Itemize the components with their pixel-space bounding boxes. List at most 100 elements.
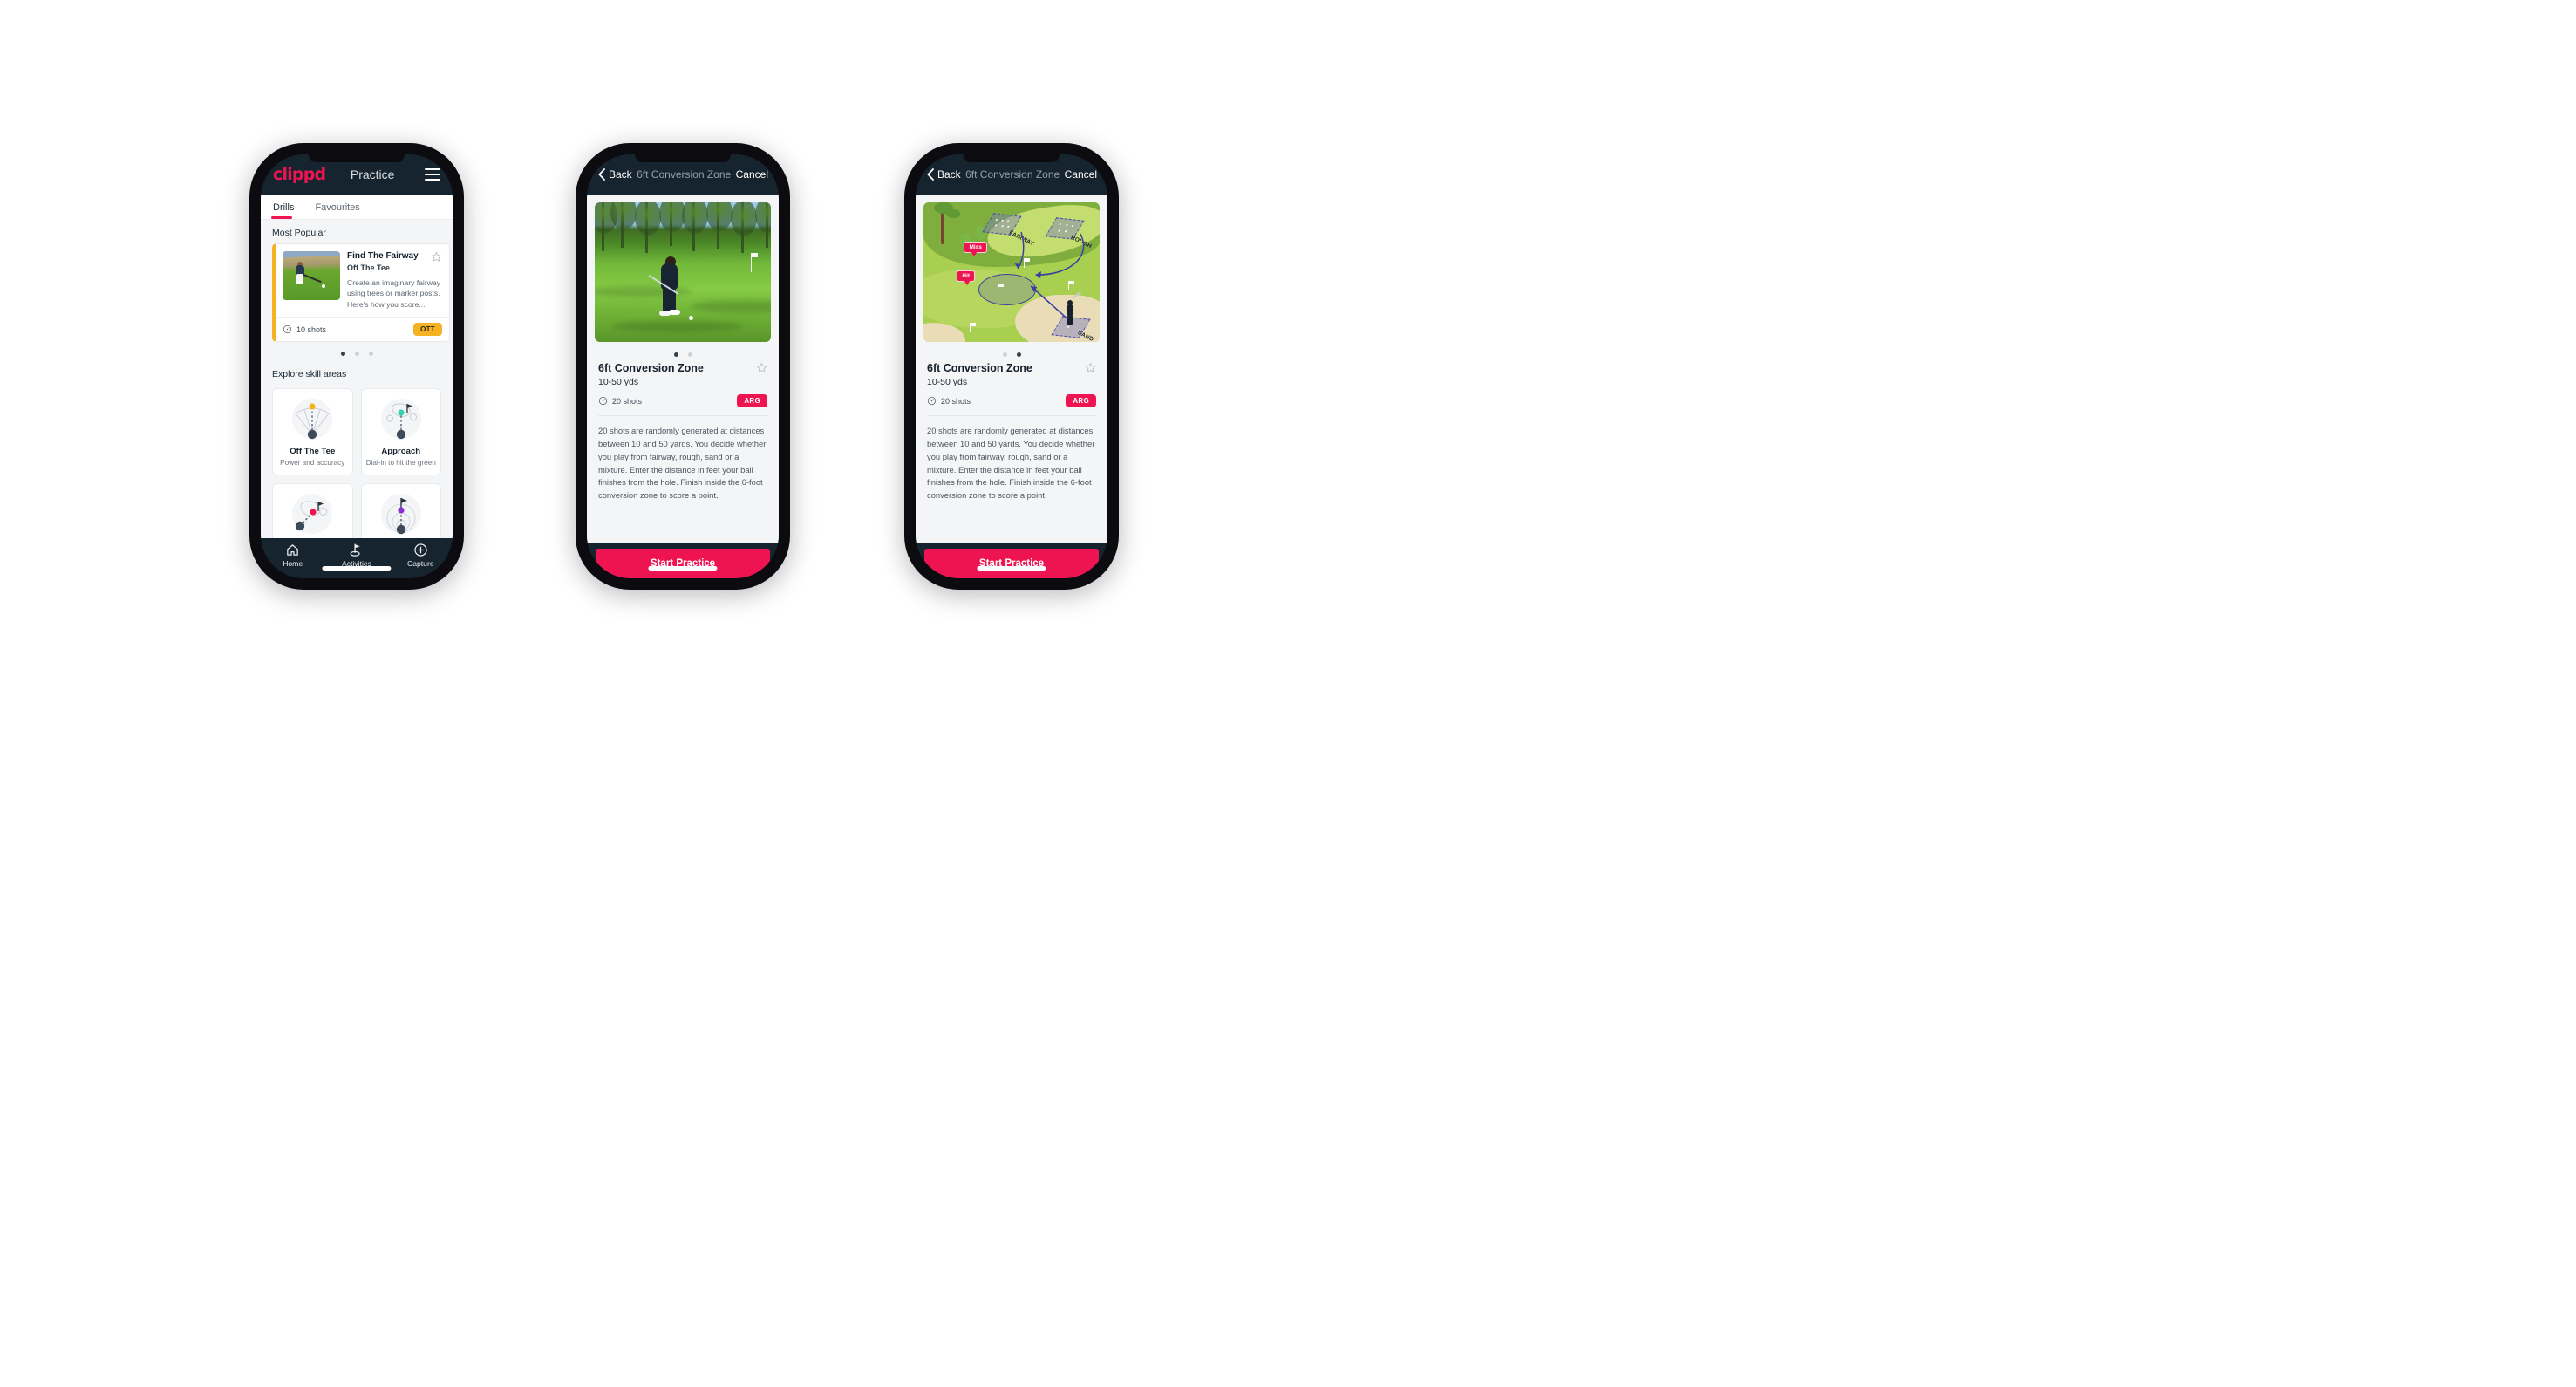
- around-green-icon: [276, 491, 349, 538]
- drill-detail-header: 6ft Conversion Zone 10-50 yds 20 shots A…: [916, 360, 1107, 407]
- drill-description: 20 shots are randomly generated at dista…: [927, 426, 1095, 501]
- star-outline-icon[interactable]: [431, 251, 442, 263]
- drill-distance: 10-50 yds: [927, 377, 968, 387]
- detail-title: 6ft Conversion Zone: [965, 168, 1060, 181]
- carousel-dot-2[interactable]: [354, 352, 359, 357]
- most-popular-carousel[interactable]: Find The Fairway Off The Tee Create an i…: [261, 243, 453, 343]
- skill-card-off-the-tee[interactable]: Off The Tee Power and accuracy: [272, 388, 353, 476]
- content-spacer: [916, 502, 1107, 543]
- start-practice-button[interactable]: Start Practice: [924, 549, 1099, 578]
- skill-name: Off The Tee: [290, 447, 336, 457]
- phone-mockup-drill-detail-photo: Back 6ft Conversion Zone Cancel 6ft Conv…: [576, 143, 790, 590]
- nav-label: Home: [283, 559, 303, 568]
- back-button[interactable]: Back: [926, 168, 961, 181]
- drill-shots-label: 20 shots: [612, 396, 643, 406]
- nav-item-home[interactable]: Home: [261, 543, 324, 568]
- section-skill-areas-heading: Explore skill areas: [272, 369, 347, 380]
- practice-content: Most Popular Find The Fairway Off The Te…: [261, 220, 453, 538]
- skill-desc: Power and accuracy: [280, 459, 345, 468]
- back-label: Back: [937, 168, 961, 181]
- drill-card-find-the-fairway[interactable]: Find The Fairway Off The Tee Create an i…: [272, 243, 450, 343]
- star-outline-icon[interactable]: [756, 362, 767, 373]
- home-indicator: [977, 566, 1046, 571]
- detail-title: 6ft Conversion Zone: [637, 168, 732, 181]
- drill-title: 6ft Conversion Zone: [927, 362, 1032, 374]
- skill-desc: Dial-in to hit the green: [365, 459, 436, 468]
- marker-hit: Hit: [957, 270, 976, 286]
- shots-clock-icon: [927, 396, 937, 406]
- cta-container: Start Practice: [916, 543, 1107, 578]
- cta-container: Start Practice: [587, 543, 779, 578]
- skill-card-around-the-green[interactable]: Around The Green Hone your short game: [272, 483, 353, 538]
- drill-badge-arg: ARG: [1066, 394, 1096, 407]
- screenshot-canvas: clippd Practice Drills Favourites Most P…: [0, 0, 2576, 1387]
- golf-flag-icon: [351, 543, 361, 557]
- cancel-button[interactable]: Cancel: [736, 168, 768, 181]
- drill-shots-label: 20 shots: [941, 396, 971, 406]
- star-outline-icon[interactable]: [1085, 362, 1096, 373]
- tab-drills[interactable]: Drills: [271, 195, 303, 219]
- clippd-logo: clippd: [273, 165, 326, 184]
- nav-item-capture[interactable]: Capture: [389, 543, 453, 568]
- hamburger-icon[interactable]: [425, 168, 440, 181]
- drill-badge-ott: OTT: [413, 323, 442, 337]
- tab-favourites[interactable]: Favourites: [313, 195, 368, 219]
- bottom-navigation: Home Activities Capture: [261, 538, 453, 578]
- home-icon: [287, 544, 298, 556]
- carousel-dot-3[interactable]: [368, 352, 373, 357]
- content-spacer: [587, 502, 779, 543]
- drill-title: 6ft Conversion Zone: [598, 362, 704, 374]
- media-dot-2[interactable]: [687, 352, 692, 357]
- drill-shots-label: 10 shots: [296, 325, 327, 334]
- shots-clock-icon: [598, 396, 608, 406]
- back-button[interactable]: Back: [597, 168, 632, 181]
- device-notch: [964, 154, 1060, 162]
- media-pagination[interactable]: [587, 342, 779, 360]
- detail-content: 6ft Conversion Zone 10-50 yds 20 shots A…: [587, 195, 779, 543]
- drill-badge-arg: ARG: [737, 394, 767, 407]
- nav-item-activities[interactable]: Activities: [324, 543, 388, 568]
- skill-card-putting[interactable]: Putting Make and lag practice: [360, 483, 441, 538]
- chevron-left-icon: [598, 168, 605, 181]
- shots-clock-icon: [283, 325, 292, 334]
- phone-mockup-practice-list: clippd Practice Drills Favourites Most P…: [249, 143, 464, 590]
- golfer-figure: [1065, 290, 1081, 326]
- green-approach-icon: [365, 396, 438, 445]
- media-dot-1[interactable]: [673, 352, 678, 357]
- plus-circle-icon: [414, 543, 427, 557]
- pin-flag-icon: [750, 253, 756, 272]
- golf-ball: [689, 316, 693, 320]
- chevron-left-icon: [927, 168, 934, 181]
- media-dot-1[interactable]: [1002, 352, 1007, 357]
- cancel-button[interactable]: Cancel: [1065, 168, 1097, 181]
- skill-areas-grid: Off The Tee Power and accuracy Approach …: [261, 385, 453, 538]
- device-notch: [309, 154, 405, 162]
- carousel-dot-1[interactable]: [340, 352, 345, 357]
- drill-skill-area: Off The Tee: [347, 263, 390, 272]
- detail-content: FAIRWAY ROUGH SAND Miss Hit 6ft Conversi…: [916, 195, 1107, 543]
- media-pagination[interactable]: [916, 342, 1107, 360]
- page-title: Practice: [350, 167, 395, 181]
- media-dot-2[interactable]: [1016, 352, 1021, 357]
- home-indicator: [648, 566, 718, 571]
- phone-mockup-drill-detail-diagram: Back 6ft Conversion Zone Cancel FAIRWAY …: [904, 143, 1119, 590]
- tee-fan-icon: [276, 396, 349, 445]
- drill-shots: 20 shots: [598, 396, 642, 406]
- home-indicator: [322, 566, 392, 571]
- drill-shots: 10 shots: [283, 325, 326, 334]
- back-label: Back: [609, 168, 632, 181]
- drill-description: 20 shots are randomly generated at dista…: [598, 426, 767, 501]
- device-notch: [635, 154, 731, 162]
- nav-label: Capture: [407, 559, 434, 568]
- drill-description: Create an imaginary fairway using trees …: [347, 278, 440, 309]
- drill-thumbnail: [283, 251, 340, 300]
- drill-media-photo[interactable]: [595, 202, 771, 342]
- skill-card-approach[interactable]: Approach Dial-in to hit the green: [360, 388, 441, 476]
- tab-bar: Drills Favourites: [261, 195, 453, 220]
- start-practice-button[interactable]: Start Practice: [596, 549, 770, 578]
- carousel-pagination[interactable]: [261, 342, 453, 361]
- drill-distance: 10-50 yds: [598, 377, 639, 387]
- drill-media-diagram[interactable]: FAIRWAY ROUGH SAND Miss Hit: [923, 202, 1100, 342]
- drill-detail-header: 6ft Conversion Zone 10-50 yds 20 shots A…: [587, 360, 779, 407]
- skill-name: Approach: [381, 447, 421, 457]
